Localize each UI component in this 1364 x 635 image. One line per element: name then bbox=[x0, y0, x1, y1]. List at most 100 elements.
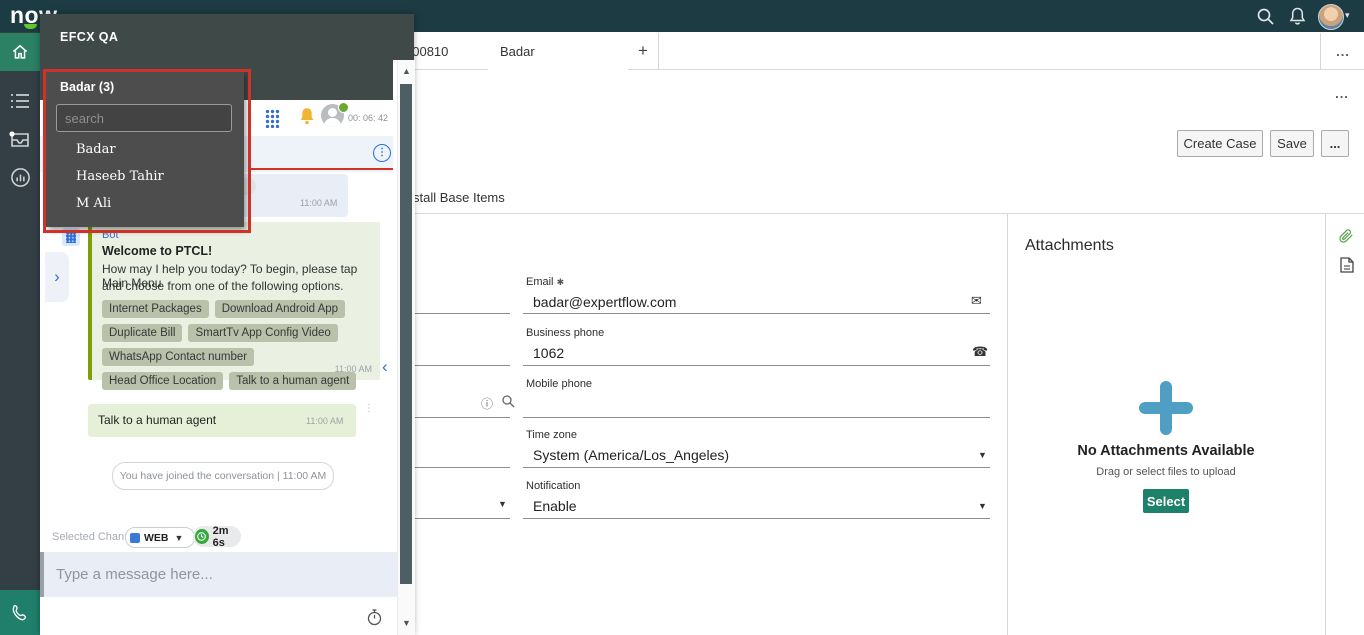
sidebar-item-list[interactable] bbox=[0, 82, 40, 120]
customer-message-text: Talk to a human agent bbox=[98, 413, 216, 427]
notification-select[interactable]: Enable bbox=[533, 498, 577, 514]
sidebar-item-home[interactable] bbox=[0, 33, 40, 71]
quick-reply-chip[interactable]: WhatsApp Contact number bbox=[102, 348, 254, 366]
save-button[interactable]: Save bbox=[1270, 130, 1314, 157]
document-icon[interactable] bbox=[1340, 257, 1354, 278]
add-attachment-plus-icon[interactable] bbox=[1139, 381, 1193, 435]
tab-badar-label: Badar bbox=[500, 44, 535, 59]
time-zone-label: Time zone bbox=[526, 429, 577, 441]
email-icon: ✉ bbox=[971, 293, 982, 309]
section-divider bbox=[413, 213, 1364, 214]
select-caret-icon[interactable]: ▼ bbox=[978, 450, 987, 460]
message-input-area[interactable] bbox=[40, 552, 397, 597]
left-sidebar bbox=[0, 32, 40, 635]
attachments-hint-text: Drag or select files to upload bbox=[1007, 466, 1325, 478]
tab-bar-spacer bbox=[658, 33, 1320, 70]
chat-scrollbar[interactable]: ▲ ▼ bbox=[397, 60, 415, 635]
chat-collapse-button[interactable]: ‹ bbox=[382, 357, 388, 377]
chat-options-icon[interactable]: ⋮ bbox=[373, 144, 391, 162]
system-message: You have joined the conversation | 11:00… bbox=[112, 462, 334, 490]
message-menu-icon[interactable]: ⋮ bbox=[364, 406, 374, 411]
agent-status-dot bbox=[338, 102, 349, 113]
channel-select[interactable]: WEB ▼ bbox=[125, 527, 195, 548]
form-more-actions-button[interactable]: ... bbox=[1321, 130, 1349, 157]
bot-message-bubble: Bot Welcome to PTCL! How may I help you … bbox=[88, 222, 380, 380]
dialpad-icon[interactable] bbox=[265, 109, 280, 128]
tab-add-button[interactable]: + bbox=[628, 33, 659, 70]
user-avatar[interactable] bbox=[1318, 4, 1344, 30]
field-underline bbox=[523, 518, 990, 519]
bot-message-body-line2: and choose from one of the following opt… bbox=[102, 279, 344, 293]
chat-bottom-bar bbox=[40, 597, 393, 635]
field-underline bbox=[413, 417, 510, 418]
session-timer: 00: 06: 42 bbox=[348, 113, 388, 123]
notifications-bell-icon[interactable] bbox=[1288, 6, 1307, 31]
overlay-title-bar: EFCX QA bbox=[40, 14, 414, 60]
field-underline bbox=[523, 365, 990, 366]
quick-reply-chip[interactable]: Download Android App bbox=[215, 300, 345, 318]
scrollbar-thumb[interactable] bbox=[400, 84, 412, 584]
more-icon: ... bbox=[1330, 136, 1341, 151]
user-menu-caret-icon[interactable]: ▾ bbox=[1345, 10, 1350, 21]
quick-reply-chip[interactable]: Head Office Location bbox=[102, 372, 223, 390]
channel-value: WEB bbox=[144, 532, 169, 544]
global-search-icon[interactable] bbox=[1256, 7, 1275, 31]
time-zone-select[interactable]: System (America/Los_Angeles) bbox=[533, 447, 729, 463]
sidebar-item-inbox[interactable] bbox=[0, 120, 40, 158]
tab-bar-more-button[interactable]: ... bbox=[1320, 33, 1364, 70]
bot-quick-replies: Internet Packages Download Android App D… bbox=[102, 300, 372, 390]
stopwatch-icon[interactable] bbox=[367, 609, 382, 631]
quick-reply-chip[interactable]: Duplicate Bill bbox=[102, 324, 182, 342]
related-list-tab[interactable]: stall Base Items bbox=[413, 190, 505, 205]
caret-down-icon: ▼ bbox=[175, 533, 184, 543]
clock-icon bbox=[195, 529, 209, 544]
select-files-button[interactable]: Select bbox=[1143, 489, 1189, 513]
scroll-down-icon[interactable]: ▼ bbox=[402, 618, 411, 628]
email-field[interactable]: badar@expertflow.com bbox=[533, 294, 676, 310]
field-underline bbox=[413, 313, 510, 314]
scroll-up-icon[interactable]: ▲ bbox=[402, 66, 411, 76]
reference-search-icon[interactable] bbox=[501, 394, 515, 413]
chat-bell-icon[interactable] bbox=[298, 106, 316, 132]
create-case-button[interactable]: Create Case bbox=[1177, 130, 1263, 157]
phone-icon: ☎ bbox=[972, 344, 988, 360]
tab-add-icon: + bbox=[638, 41, 648, 61]
field-underline bbox=[523, 417, 990, 418]
chevron-left-icon: ‹ bbox=[382, 357, 388, 376]
mobile-phone-label: Mobile phone bbox=[526, 378, 592, 390]
business-phone-field[interactable]: 1062 bbox=[533, 345, 564, 361]
bot-message-title: Welcome to PTCL! bbox=[102, 244, 212, 258]
field-underline bbox=[413, 518, 510, 519]
field-underline bbox=[413, 467, 510, 468]
app-root: now ▾ 000810 ⊗ bbox=[0, 0, 1364, 635]
rail-divider bbox=[1325, 213, 1326, 635]
more-icon: ... bbox=[1336, 44, 1350, 59]
form-context-menu-button[interactable]: ... bbox=[1330, 86, 1354, 104]
field-underline bbox=[523, 467, 990, 468]
duration-text: 2m 6s bbox=[213, 525, 241, 549]
quick-reply-chip[interactable]: SmartTv App Config Video bbox=[188, 324, 337, 342]
select-caret-icon[interactable]: ▼ bbox=[978, 501, 987, 511]
select-caret-icon[interactable]: ▼ bbox=[498, 499, 507, 509]
web-channel-icon bbox=[130, 533, 140, 543]
attachments-divider bbox=[1007, 213, 1008, 635]
message-time: 11:00 AM bbox=[300, 198, 337, 208]
paperclip-icon[interactable] bbox=[1338, 227, 1354, 249]
overlay-title: EFCX QA bbox=[60, 30, 118, 44]
sidebar-item-dashboard[interactable] bbox=[0, 158, 40, 196]
business-phone-label: Business phone bbox=[526, 327, 604, 339]
no-attachments-text: No Attachments Available bbox=[1007, 443, 1325, 459]
quick-reply-chip[interactable]: Talk to a human agent bbox=[229, 372, 356, 390]
annotation-highlight-box bbox=[43, 69, 251, 233]
chat-expand-button[interactable]: › bbox=[45, 252, 69, 302]
more-icon: ... bbox=[1335, 86, 1349, 101]
field-underline bbox=[523, 313, 990, 314]
message-time: 11:00 AM bbox=[335, 364, 372, 374]
chat-duration-badge: 2m 6s bbox=[193, 526, 241, 547]
sidebar-item-phone[interactable] bbox=[0, 590, 40, 635]
message-input[interactable] bbox=[54, 565, 378, 584]
message-time: 11:00 AM bbox=[306, 416, 343, 426]
reference-info-icon[interactable]: ⓘ bbox=[481, 395, 493, 412]
attachments-title: Attachments bbox=[1025, 237, 1114, 255]
quick-reply-chip[interactable]: Internet Packages bbox=[102, 300, 209, 318]
